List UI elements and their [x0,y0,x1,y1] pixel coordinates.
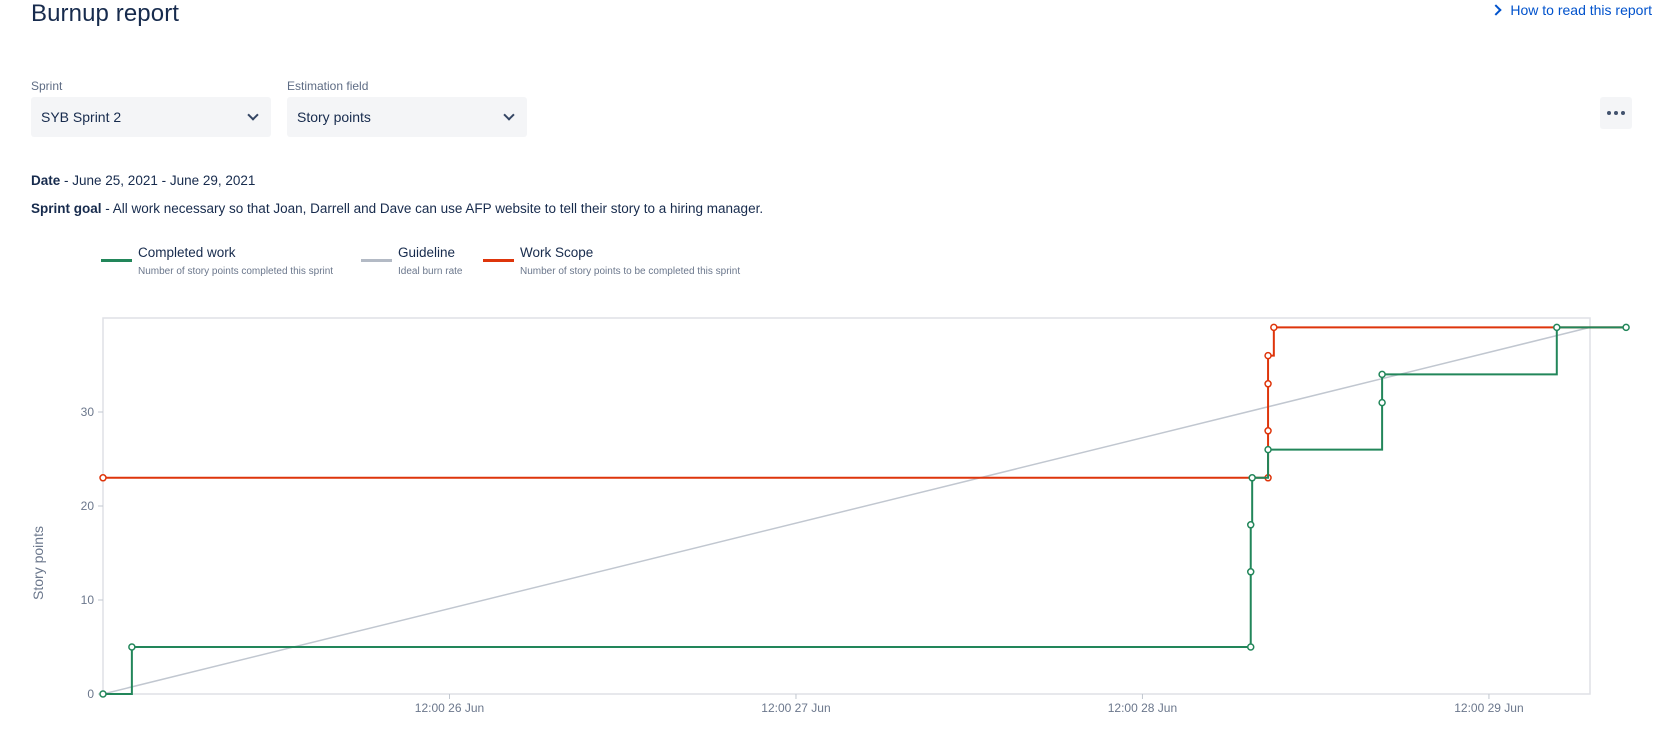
y-tick-label: 10 [81,593,95,607]
data-point [1246,643,1255,651]
more-actions-button[interactable] [1600,97,1632,129]
data-point [1264,351,1272,360]
legend-name: Completed work [138,245,236,260]
y-tick-label: 0 [87,687,94,701]
legend-swatch-completed [101,259,132,262]
chevron-down-icon [247,109,259,121]
more-dot [1614,111,1618,115]
page-title: Burnup report [31,0,180,27]
x-tick-label: 12:00 27 Jun [761,701,830,715]
legend-completed-work[interactable]: Completed work Number of story points co… [101,245,333,277]
data-point [99,690,107,698]
burnup-chart: 0 10 20 30 12:00 26 Jun 12:00 27 Jun 12:00 28 … [30,317,1630,715]
sprint-goal-value: - All work necessary so that Joan, Darre… [101,201,764,216]
series-line-completed-work [103,326,1627,695]
sprint-label: Sprint [31,79,63,93]
legend-guideline[interactable]: Guideline Ideal burn rate [361,245,463,277]
how-to-read-link[interactable]: How to read this report [1490,2,1652,18]
legend-desc: Number of story points completed this sp… [138,266,334,277]
data-point [1378,370,1386,379]
data-point [128,643,136,651]
estimation-select-value: Story points [297,109,371,125]
data-point [1246,521,1255,529]
how-to-read-label: How to read this report [1510,2,1652,18]
plot-frame [102,317,1591,695]
estimation-field-label: Estimation field [287,79,369,93]
date-label: Date [31,173,61,188]
chevron-down-icon [503,109,515,121]
y-tick-label: 30 [81,405,95,419]
x-tick-label: 12:00 28 Jun [1108,701,1177,715]
data-point [99,474,107,482]
legend-name: Guideline [398,245,456,260]
more-dot [1607,111,1611,115]
series-line-guideline [102,326,1591,695]
data-point [1264,380,1272,388]
x-tick-label: 12:00 29 Jun [1454,701,1523,715]
sprint-select-value: SYB Sprint 2 [41,109,122,125]
legend-desc: Number of story points to be completed t… [520,266,741,277]
y-tick-label: 20 [81,499,95,513]
series-line-work-scope [103,326,1627,479]
sprint-goal: Sprint goal - All work necessary so that… [31,201,763,216]
legend-desc: Ideal burn rate [398,266,463,277]
data-point [1553,323,1561,332]
chevron-right-icon [1490,4,1503,16]
date-value: - June 25, 2021 - June 29, 2021 [60,173,256,188]
x-tick-label: 12:00 26 Jun [415,701,484,715]
estimation-field-select[interactable]: Story points [287,97,527,137]
data-point [1270,323,1278,332]
data-point [1378,398,1386,407]
legend-name: Work Scope [520,245,594,260]
sprint-select[interactable]: SYB Sprint 2 [31,97,271,137]
y-axis-label: Story points [30,526,46,600]
data-point [1622,323,1630,332]
data-point [1246,568,1255,576]
data-point [1248,474,1256,482]
legend-swatch-work-scope [483,259,514,262]
legend-swatch-guideline [361,259,392,262]
sprint-goal-label: Sprint goal [31,201,102,216]
data-point [1264,427,1272,435]
sprint-date: Date - June 25, 2021 - June 29, 2021 [31,173,255,188]
legend-work-scope[interactable]: Work Scope Number of story points to be … [483,245,740,277]
more-dot [1621,111,1625,115]
data-point [1264,445,1272,454]
